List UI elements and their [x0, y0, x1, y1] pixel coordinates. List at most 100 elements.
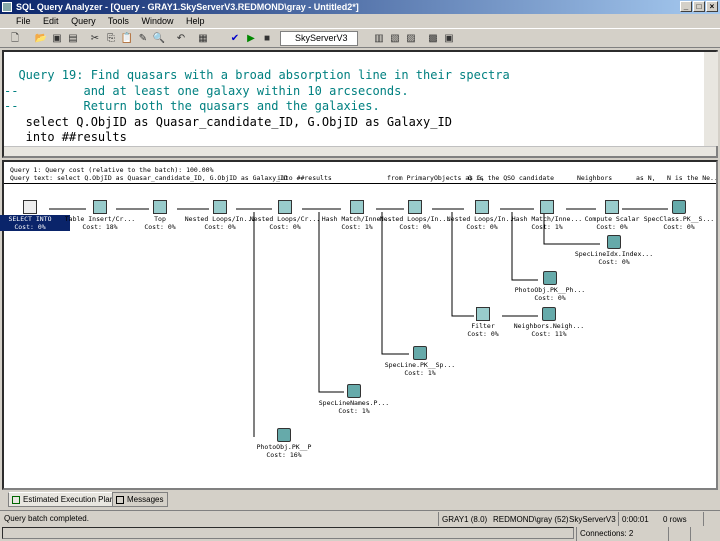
plan-node-cost: Cost: 11% — [531, 330, 567, 338]
plan-node-cost: Cost: 0% — [663, 223, 695, 231]
plan-node-label: SpecLine.PK__Sp... — [384, 361, 456, 369]
plan-node-label: Nested Loops/Cr... — [249, 215, 321, 223]
messages-icon — [116, 496, 124, 504]
top-icon — [153, 200, 167, 214]
plan-node-cost: Cost: 1% — [404, 369, 436, 377]
status-pane — [690, 527, 720, 541]
save-all-icon[interactable]: ▤ — [66, 32, 80, 45]
object-browser-icon[interactable]: ▥ — [372, 32, 386, 45]
index-seek-icon — [347, 384, 361, 398]
menu-edit[interactable]: Edit — [43, 16, 59, 26]
parse-check-icon[interactable]: ✔ — [228, 32, 242, 45]
tab-messages[interactable]: Messages — [112, 492, 169, 507]
show-plan-icon[interactable]: ▨ — [404, 32, 418, 45]
query-editor[interactable]: Query 19: Find quasars with a broad abso… — [2, 50, 718, 158]
nested-loops-icon — [475, 200, 489, 214]
hash-match-icon — [540, 200, 554, 214]
plan-node[interactable]: SpecLineNames.P... Cost: 1% — [314, 384, 394, 415]
find-icon[interactable]: 🔍 — [152, 32, 166, 45]
app-icon — [2, 2, 12, 12]
execute-icon[interactable]: ▶ — [244, 32, 258, 45]
plan-node[interactable]: SpecLineIdx.Index... Cost: 0% — [574, 235, 654, 266]
clear-icon[interactable]: ✎ — [136, 32, 150, 45]
copy-icon[interactable]: ⎘ — [104, 32, 118, 45]
results-mode-icon[interactable]: ▦ — [196, 32, 210, 45]
minimize-button[interactable]: _ — [680, 1, 692, 12]
save-icon[interactable]: ▣ — [50, 32, 64, 45]
menu-bar: File Edit Query Tools Window Help — [0, 14, 720, 28]
plan-node-cost: Cost: 0% — [534, 294, 566, 302]
editor-line: select Q.ObjID as Quasar_candidate_ID, G… — [4, 114, 452, 129]
editor-line: Query 19: Find quasars with a broad abso… — [4, 68, 510, 82]
index-seek-icon — [607, 235, 621, 249]
index-scan-icon — [672, 200, 686, 214]
maximize-button[interactable]: □ — [693, 1, 705, 12]
plan-node-cost: Cost: 0% — [598, 258, 630, 266]
table-insert-icon — [93, 200, 107, 214]
plan-node-label: SpecLineNames.P... — [318, 399, 390, 407]
status-connections: Connections: 2 — [576, 527, 666, 541]
plan-node-label: PhotoObj.PK__P — [256, 443, 312, 451]
status-database: SkyServerV3 — [569, 515, 616, 524]
plan-node[interactable]: PhotoObj.PK__P Cost: 16% — [244, 428, 324, 459]
plan-node[interactable]: SpecLine.PK__Sp... Cost: 1% — [380, 346, 460, 377]
plan-node[interactable]: SpecClass.PK__S... Cost: 0% — [639, 200, 719, 231]
select-icon — [23, 200, 37, 214]
editor-vertical-scrollbar[interactable] — [704, 52, 718, 146]
status-rows: 0 rows — [663, 515, 687, 524]
plan-node-label: SpecClass.PK__S... — [643, 215, 715, 223]
index-seek-icon — [413, 346, 427, 360]
editor-line: -- Return both the quasars and the galax… — [4, 99, 380, 113]
compute-scalar-icon — [605, 200, 619, 214]
plan-node-label: Neighbors.Neigh... — [513, 322, 585, 330]
hash-match-icon — [350, 200, 364, 214]
plan-nodes: SELECT INTO Cost: 0% Table Insert/Cr... Cos… — [0, 160, 719, 490]
options-icon[interactable]: ▩ — [426, 32, 440, 45]
object-search-icon[interactable]: ▧ — [388, 32, 402, 45]
status-message: Query batch completed. — [4, 514, 89, 523]
filter-icon — [476, 307, 490, 321]
plan-node-cost: Cost: 16% — [266, 451, 302, 459]
status-pane — [668, 527, 688, 541]
status-bar: Query batch completed. GRAY1 (8.0) REDMO… — [0, 510, 720, 526]
status-time: 0:00:01 — [618, 512, 649, 526]
help-icon[interactable]: ▣ — [442, 32, 456, 45]
results-tabs: Estimated Execution Plan Messages — [2, 492, 718, 508]
menu-query[interactable]: Query — [71, 16, 96, 26]
status-pane — [2, 527, 574, 539]
new-query-icon[interactable]: 🗋 — [8, 32, 22, 45]
paste-icon[interactable]: 📋 — [120, 32, 134, 45]
status-user: REDMOND\gray (52) — [493, 515, 569, 524]
tab-estimated-execution-plan[interactable]: Estimated Execution Plan — [8, 492, 120, 507]
close-button[interactable]: × — [706, 1, 718, 12]
window-title: SQL Query Analyzer - [Query - GRAY1.SkyS… — [16, 2, 359, 12]
plan-node-cost: Cost: 0% — [269, 223, 301, 231]
nested-loops-icon — [408, 200, 422, 214]
open-icon[interactable]: 📂 — [34, 32, 48, 45]
editor-horizontal-scrollbar[interactable] — [4, 146, 716, 156]
status-pane — [703, 512, 720, 526]
editor-line: -- and at least one galaxy within 10 arc… — [4, 83, 409, 98]
toolbar: 🗋 📂 ▣ ▤ ✂ ⎘ 📋 ✎ 🔍 ↶ ▦ ✔ ▶ ■ SkyServerV3 … — [0, 28, 720, 48]
database-select[interactable]: SkyServerV3 — [280, 31, 358, 46]
plan-node[interactable]: Nested Loops/Cr... Cost: 0% — [245, 200, 325, 231]
index-seek-icon — [542, 307, 556, 321]
nested-loops-icon — [278, 200, 292, 214]
nested-loops-icon — [213, 200, 227, 214]
plan-node-cost: Cost: 1% — [338, 407, 370, 415]
stop-icon[interactable]: ■ — [260, 32, 274, 45]
menu-help[interactable]: Help — [186, 16, 205, 26]
plan-icon — [12, 496, 20, 504]
cut-icon[interactable]: ✂ — [88, 32, 102, 45]
undo-icon[interactable]: ↶ — [174, 32, 188, 45]
menu-file[interactable]: File — [16, 16, 31, 26]
connection-status-bar: Connections: 2 — [0, 526, 720, 541]
plan-node[interactable]: Neighbors.Neigh... Cost: 11% — [509, 307, 589, 338]
title-bar: SQL Query Analyzer - [Query - GRAY1.SkyS… — [0, 0, 720, 14]
menu-window[interactable]: Window — [141, 16, 173, 26]
menu-tools[interactable]: Tools — [108, 16, 129, 26]
plan-node[interactable]: PhotoObj.PK__Ph... Cost: 0% — [510, 271, 590, 302]
plan-node-label: SpecLineIdx.Index... — [574, 250, 654, 258]
editor-line: into ##results — [4, 130, 127, 144]
status-server: GRAY1 (8.0) — [438, 512, 487, 526]
